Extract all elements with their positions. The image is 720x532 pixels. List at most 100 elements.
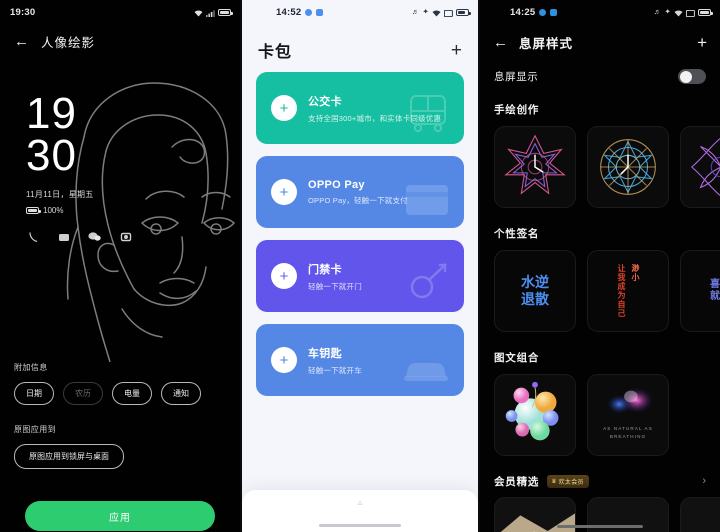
signature-text: 水逆 退散: [521, 274, 549, 309]
back-arrow-icon[interactable]: ←: [14, 34, 29, 49]
back-arrow-icon[interactable]: ←: [493, 35, 508, 50]
plus-icon[interactable]: +: [697, 34, 707, 51]
chevron-up-icon[interactable]: ▵: [358, 498, 363, 507]
gallery-icon[interactable]: [119, 231, 132, 244]
signal-icon: [685, 9, 695, 17]
screen-card-package: 14:52 ♬ ✦ 卡包 + + 公交卡 支持全国300+城市，和实体卡同级优惠…: [240, 0, 480, 532]
signature-line-2: 让我成为自己: [617, 264, 626, 318]
plus-icon[interactable]: +: [271, 95, 297, 121]
screenshot-root: 19:30 ← 人像绘影 19 30 11月11日，星期五 100% 附加信息 …: [0, 0, 720, 532]
wifi-icon: [194, 9, 203, 16]
chevron-right-icon[interactable]: ›: [702, 476, 706, 487]
battery-icon: [26, 206, 41, 214]
aod-tile-bubbles[interactable]: [494, 374, 576, 456]
indicator-dot-2: [316, 8, 324, 16]
member-picks-header[interactable]: 会员精选 ♛ 欢太会员 ›: [480, 474, 720, 489]
screen-aod-style: 14:25 ♬ ✦ ← 息屏样式 + 息屏显示 手绘创作 个性签名 水逆 退散 …: [480, 0, 720, 532]
image-text-strip[interactable]: AS NATURAL AS BREATHING: [480, 374, 720, 456]
nfc-icon: ♬: [411, 7, 420, 17]
card-car-key[interactable]: + 车钥匙 轻触一下就开车: [256, 324, 464, 396]
status-badge[interactable]: ♛ 欢太会员: [547, 475, 589, 488]
section-title-image-text: 图文组合: [494, 352, 540, 364]
page-title: 卡包: [258, 44, 293, 61]
chip-apply-lock-and-home[interactable]: 原图应用到锁屏与桌面: [14, 444, 124, 469]
navigation-bar: ← 人像绘影: [0, 24, 240, 51]
indicator-dot-2: [550, 8, 558, 16]
handdrawn-strip[interactable]: [480, 126, 720, 208]
key-icon: [408, 261, 450, 306]
aod-toggle-row[interactable]: 息屏显示: [480, 52, 720, 84]
page-title: 息屏样式: [519, 37, 574, 51]
chip-date[interactable]: 日期: [14, 382, 54, 405]
plus-icon[interactable]: +: [271, 347, 297, 373]
apply-button[interactable]: 应用: [25, 501, 215, 531]
phone-icon[interactable]: [26, 231, 39, 244]
lockscreen-battery: 100%: [26, 206, 94, 215]
bottom-sheet[interactable]: ▵: [242, 490, 478, 532]
card-subtitle: 轻触一下就开车: [308, 365, 362, 375]
extra-info-label: 附加信息: [14, 363, 48, 372]
status-bar: 14:52 ♬ ✦: [242, 0, 478, 24]
plus-icon[interactable]: +: [271, 263, 297, 289]
indicator-dot-1: [305, 8, 313, 16]
aod-tile-kaleidoscope-1[interactable]: [494, 126, 576, 208]
toggle-knob: [679, 70, 692, 83]
chip-notification[interactable]: 通知: [161, 382, 201, 405]
plus-icon[interactable]: +: [451, 41, 462, 60]
camera-icon[interactable]: [57, 231, 70, 244]
aod-tile-signature-3[interactable]: 喜欢的 就要做: [680, 250, 720, 332]
nfc-icon: ♬: [653, 7, 662, 17]
battery-percent: 100%: [43, 205, 64, 215]
plus-icon[interactable]: +: [271, 179, 297, 205]
signature-line-1: 喜欢的: [710, 278, 720, 290]
original-apply-label: 原图应用到: [14, 425, 56, 434]
bluetooth-icon: ✦: [664, 7, 671, 17]
nebula-caption: AS NATURAL AS BREATHING: [603, 426, 653, 440]
lockscreen-preview[interactable]: 19 30 11月11日，星期五 100%: [0, 51, 240, 362]
aod-tile-kaleidoscope-3[interactable]: [680, 126, 720, 208]
status-time: 14:52: [276, 6, 302, 18]
aod-toggle-label: 息屏显示: [494, 71, 539, 83]
status-time: 19:30: [10, 6, 36, 18]
bus-icon: [406, 93, 450, 138]
battery-icon: [456, 8, 471, 16]
vip-badge-label: 欢太会员: [558, 480, 584, 486]
aod-tile-signature-2[interactable]: 让我成为自己 渺小: [587, 250, 669, 332]
member-picks-title: 会员精选: [494, 476, 540, 488]
home-indicator[interactable]: [319, 524, 401, 527]
card-title: 车钥匙: [308, 347, 342, 360]
navigation-bar: ← 息屏样式 +: [480, 24, 720, 52]
signature-strip[interactable]: 水逆 退散 让我成为自己 渺小 喜欢的 就要做: [480, 250, 720, 332]
aod-tile-nebula[interactable]: AS NATURAL AS BREATHING: [587, 374, 669, 456]
original-apply-section: 原图应用到 原图应用到锁屏与桌面: [0, 424, 240, 469]
page-header: 卡包 +: [242, 24, 478, 72]
kaleidoscope-art: [690, 137, 720, 197]
message-icon[interactable]: [88, 231, 101, 244]
card-transit[interactable]: + 公交卡 支持全国300+城市，和实体卡同级优惠: [256, 72, 464, 144]
clock-minute: 30: [26, 130, 77, 180]
bluetooth-icon: ✦: [422, 7, 429, 17]
card-access[interactable]: + 门禁卡 轻触一下就开门: [256, 240, 464, 312]
extra-info-chips: 日期 农历 电量 通知: [14, 382, 226, 405]
chip-lunar[interactable]: 农历: [63, 382, 103, 405]
member-tile-3[interactable]: [680, 497, 720, 532]
crown-icon: ♛: [551, 478, 557, 485]
car-icon: [402, 355, 450, 390]
chip-battery[interactable]: 电量: [112, 382, 152, 405]
battery-icon: [218, 8, 233, 16]
signal-icon: [206, 9, 215, 17]
analog-clock: [620, 154, 629, 175]
aod-tile-signature-1[interactable]: 水逆 退散: [494, 250, 576, 332]
aod-tile-kaleidoscope-2[interactable]: [587, 126, 669, 208]
signature-line-1: 渺小: [631, 264, 640, 282]
credit-card-icon: [404, 183, 450, 222]
apply-button-wrap: 应用: [0, 501, 240, 531]
bubbles-art: [505, 381, 559, 441]
signature-text: 喜欢的 就要做: [702, 279, 720, 304]
original-apply-chips: 原图应用到锁屏与桌面: [14, 444, 226, 469]
home-indicator[interactable]: [557, 525, 643, 528]
card-oppo-pay[interactable]: + OPPO Pay OPPO Pay，轻触一下就支付: [256, 156, 464, 228]
aod-toggle-switch[interactable]: [678, 69, 706, 84]
signal-icon: [443, 9, 453, 17]
clock-widget: 19 30 11月11日，星期五 100%: [26, 92, 94, 215]
